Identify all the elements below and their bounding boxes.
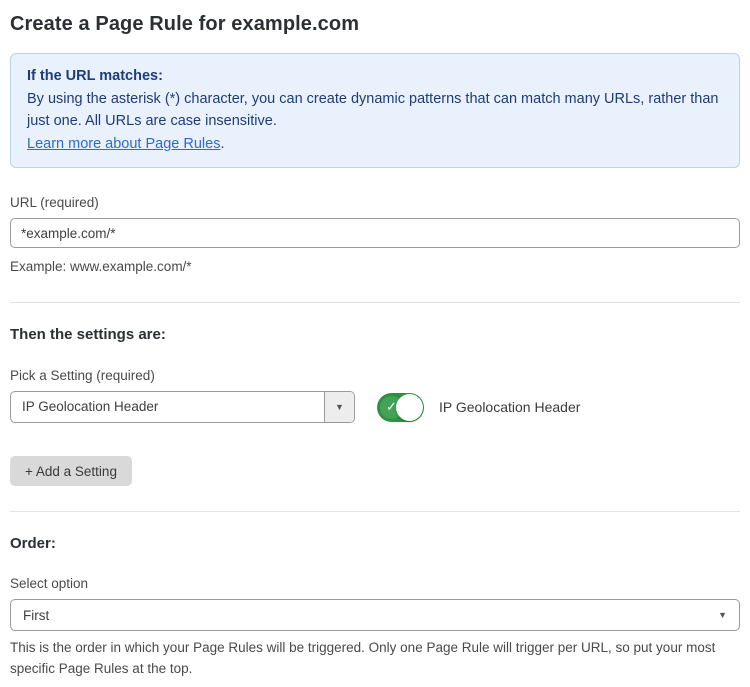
order-select-value: First <box>23 608 718 623</box>
learn-more-link[interactable]: Learn more about Page Rules <box>27 136 220 152</box>
setting-row: IP Geolocation Header ▼ ✓ IP Geolocation… <box>10 391 740 423</box>
info-box-link-line: Learn more about Page Rules. <box>27 133 723 155</box>
info-box-heading: If the URL matches: <box>27 65 723 87</box>
url-input[interactable] <box>10 218 740 248</box>
chevron-down-icon: ▼ <box>335 403 344 412</box>
order-section-heading: Order: <box>10 535 740 552</box>
ip-geolocation-toggle[interactable]: ✓ <box>377 393 424 422</box>
toggle-knob <box>396 394 423 421</box>
divider <box>10 302 740 303</box>
order-helper-text: This is the order in which your Page Rul… <box>10 637 740 679</box>
order-select-label: Select option <box>10 576 740 591</box>
add-setting-button[interactable]: + Add a Setting <box>10 456 132 486</box>
divider <box>10 511 740 512</box>
page-rule-form: Create a Page Rule for example.com If th… <box>0 0 750 687</box>
url-field-label: URL (required) <box>10 195 740 210</box>
settings-section-heading: Then the settings are: <box>10 326 740 343</box>
setting-select-value: IP Geolocation Header <box>11 392 324 422</box>
pick-setting-label: Pick a Setting (required) <box>10 368 740 383</box>
info-box-body: By using the asterisk (*) character, you… <box>27 88 723 132</box>
link-suffix: . <box>220 136 224 152</box>
order-select[interactable]: First ▼ <box>10 599 740 631</box>
url-helper-text: Example: www.example.com/* <box>10 256 740 277</box>
toggle-label: IP Geolocation Header <box>439 399 580 415</box>
setting-select-arrow-button[interactable]: ▼ <box>324 392 354 422</box>
chevron-down-icon: ▼ <box>718 611 727 620</box>
url-match-info-box: If the URL matches: By using the asteris… <box>10 53 740 168</box>
setting-select[interactable]: IP Geolocation Header ▼ <box>10 391 355 423</box>
page-title: Create a Page Rule for example.com <box>10 13 740 36</box>
